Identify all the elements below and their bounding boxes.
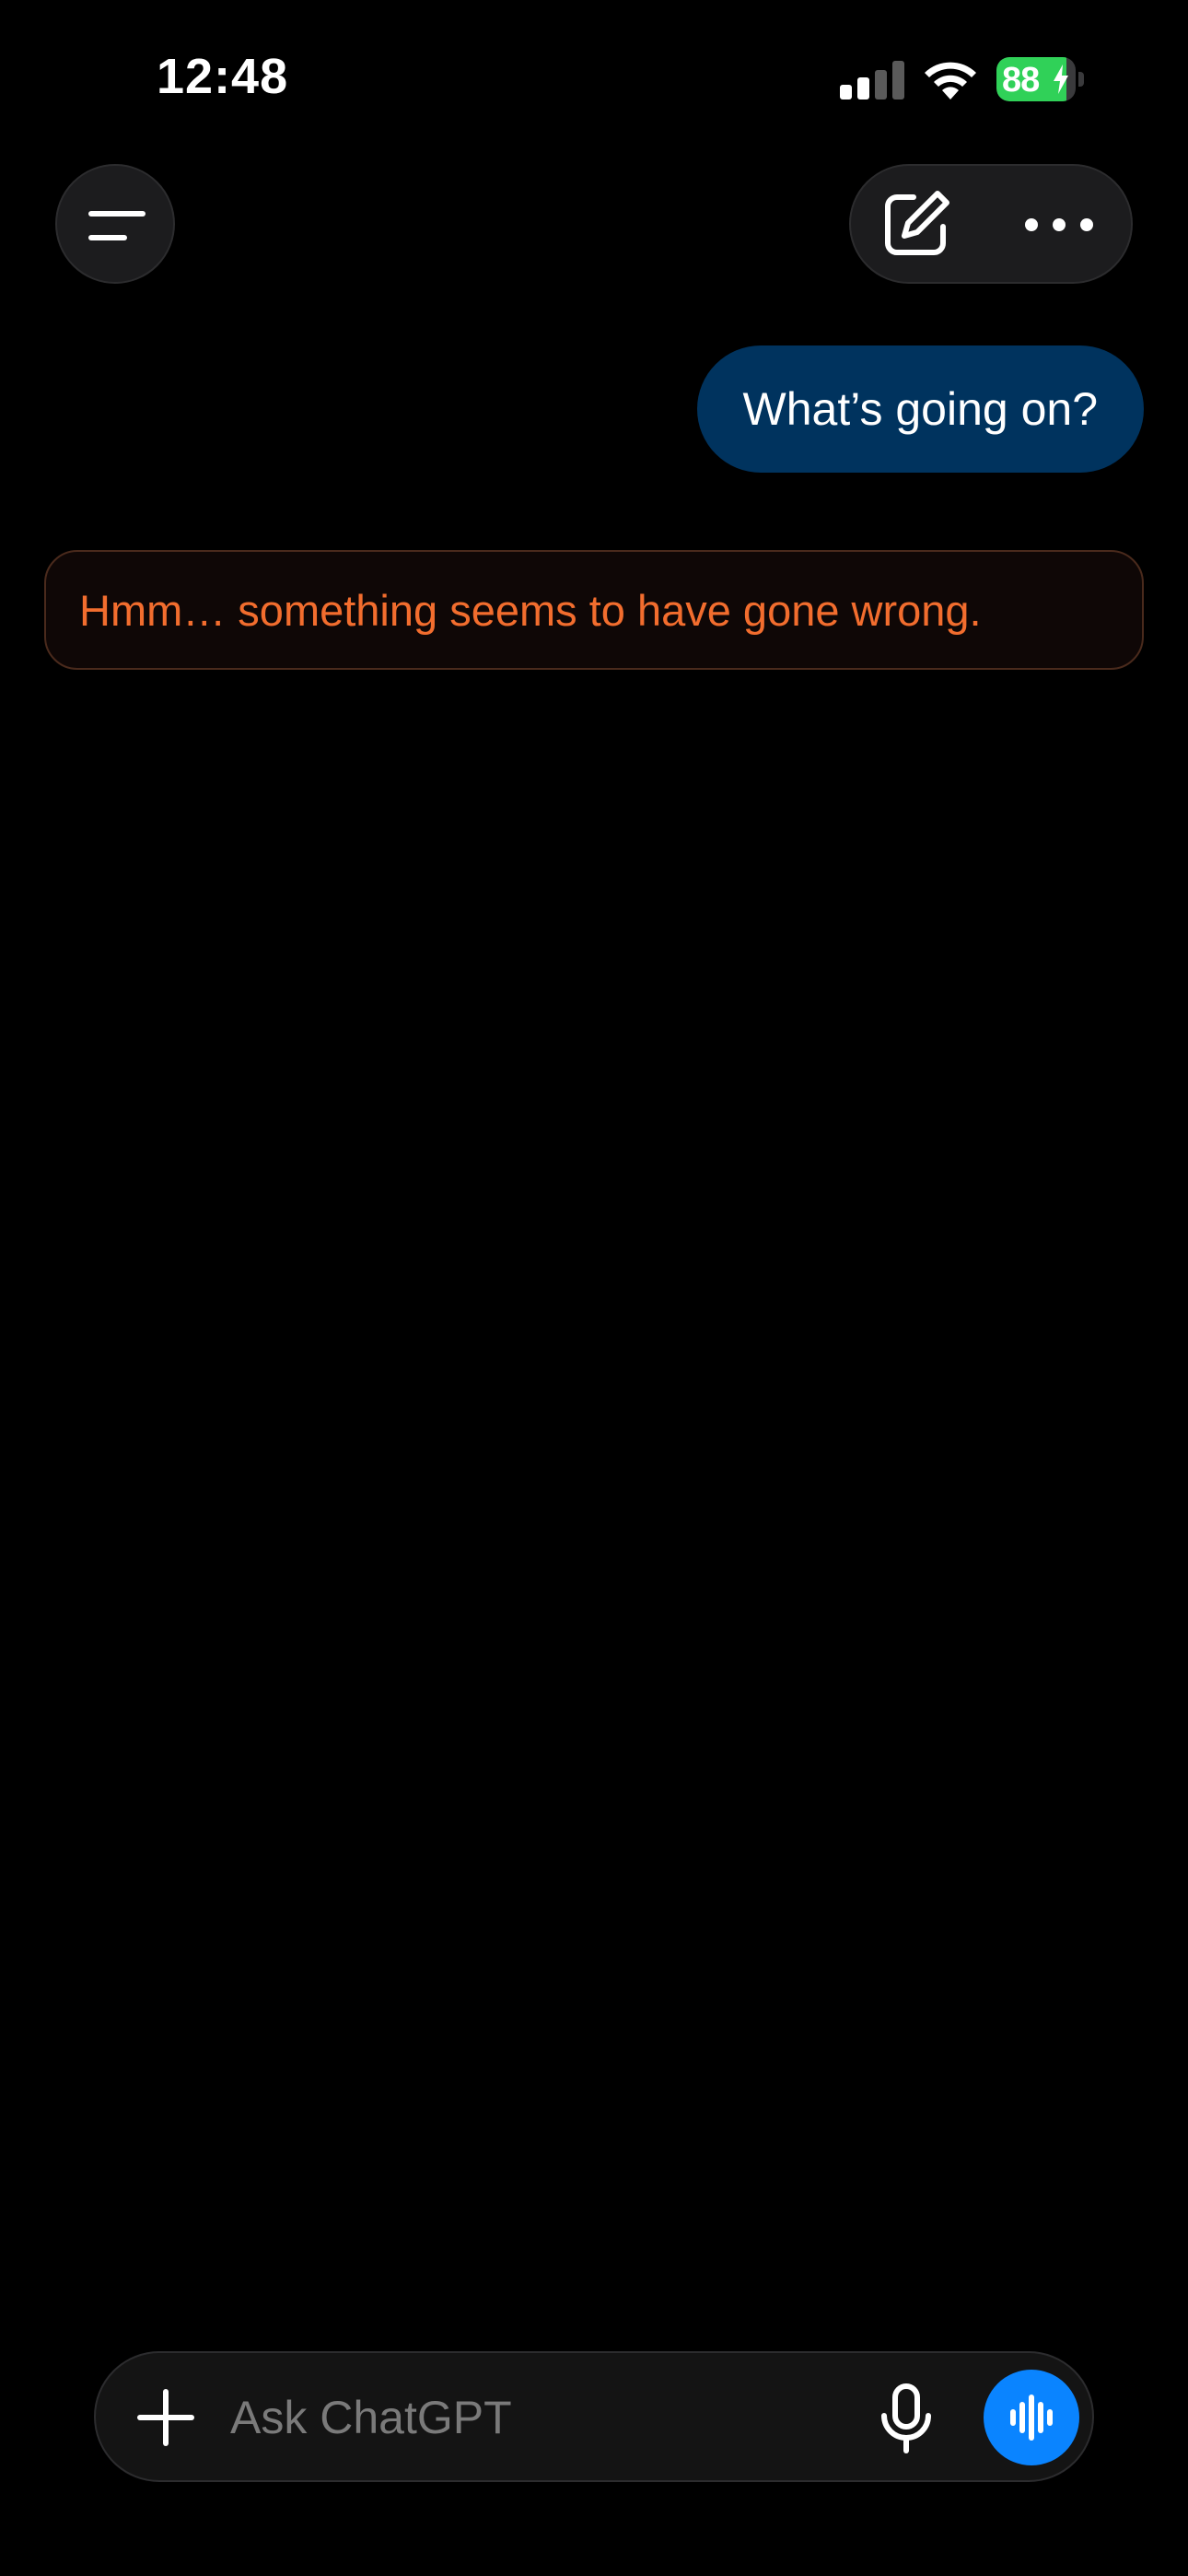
user-message-bubble: What’s going on? (696, 345, 1144, 473)
menu-button[interactable] (55, 164, 175, 284)
more-icon[interactable] (1013, 186, 1105, 263)
battery-indicator: 88 (996, 57, 1085, 101)
menu-icon (88, 211, 146, 240)
wifi-icon (925, 62, 976, 100)
plus-icon[interactable] (131, 2383, 201, 2453)
voice-mode-button[interactable] (984, 2370, 1079, 2465)
composer (94, 2351, 1094, 2482)
compose-icon[interactable] (877, 186, 954, 263)
status-bar: 12:48 88 (0, 0, 1188, 157)
header-actions (849, 164, 1133, 284)
battery-percent: 88 (1002, 61, 1040, 100)
error-message: Hmm… something seems to have gone wrong. (44, 550, 1144, 670)
voice-waveform-icon (1010, 2395, 1053, 2441)
status-time: 12:48 (157, 49, 289, 104)
battery-body: 88 (996, 57, 1076, 101)
battery-cap (1078, 72, 1084, 87)
microphone-icon[interactable] (868, 2379, 945, 2456)
cellular-signal-icon (840, 61, 904, 100)
charging-bolt-icon (1054, 64, 1068, 94)
message-input[interactable] (230, 2381, 930, 2454)
